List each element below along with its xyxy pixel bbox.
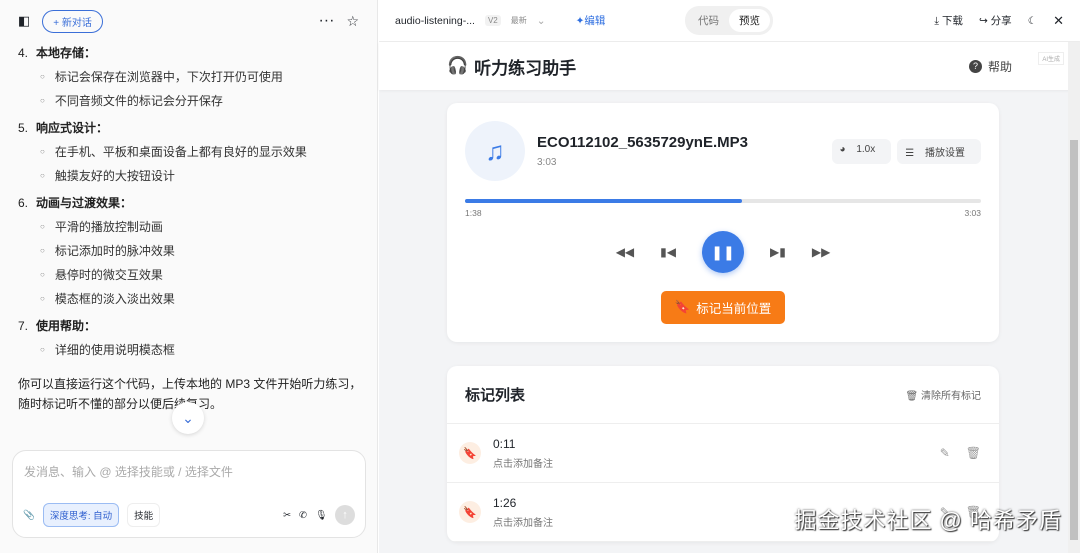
watermark: 掘金技术社区 @ 哈希矛盾 [794,508,1062,533]
app-header: 🎧 听力练习助手 ? 帮助 [379,42,1080,90]
mark-time: 0:11 [493,436,516,451]
audio-player: ♫ ECO112102_5635729ynE.MP3 3:03 ◕ 1.0x ☰… [447,103,999,342]
share-button[interactable]: ↪ 分享 [979,13,1012,28]
audio-filename: ECO112102_5635729ynE.MP3 [537,134,748,151]
scroll-down-button[interactable]: ⌄ [172,402,204,434]
speed-button[interactable]: ◕ 1.0x [831,139,892,164]
more-icon[interactable]: ··· [318,12,334,30]
edit-icon[interactable]: ✎ [940,446,950,460]
mark-time: 1:26 [493,495,517,510]
list-item: 标记添加时的脉冲效果 [18,239,363,263]
marks-title: 标记列表 [465,387,526,404]
list-item: 详细的使用说明模态框 [18,338,363,362]
file-name: audio-listening-... [395,14,475,27]
send-button[interactable]: ↑ [335,505,355,525]
mark-item[interactable]: 🔖 0:11 点击添加备注 ✎ 🗑 [447,424,999,483]
deep-think-toggle[interactable]: 深度思考: 自动 [42,503,120,527]
mark-note[interactable]: 点击添加备注 [493,455,553,470]
chat-message: 4.本地存储： 标记会保存在浏览器中，下次打开仍可使用不同音频文件的标记会分开保存… [18,38,363,414]
list-item: 模态框的淡入淡出效果 [18,287,363,311]
progress-bar[interactable] [465,199,981,203]
download-icon: ⤓ [934,15,940,27]
scrollbar[interactable] [1068,42,1080,553]
bookmark-icon: 🔖 [459,501,481,523]
trash-icon: 🗑 [905,391,919,402]
phone-icon[interactable]: ✆ [299,510,307,521]
edit-button[interactable]: ✦编辑 [576,13,606,28]
fast-forward-icon[interactable]: ▶▶ [812,245,830,259]
clear-marks-button[interactable]: 🗑 清除所有标记 [906,387,981,402]
tab-code[interactable]: 代码 [688,9,729,32]
previous-icon[interactable]: ▮◀ [660,245,676,259]
help-button[interactable]: ? 帮助 [968,58,1012,75]
version-select[interactable]: 最新 [511,15,527,26]
mark-position-button[interactable]: 🔖 标记当前位置 [661,291,785,324]
share-icon: ↪ [978,15,988,27]
attach-icon[interactable]: 📎 [23,510,35,521]
list-item: 标记会保存在浏览器中，下次打开仍可使用 [18,65,363,89]
moon-icon[interactable]: ☾ [1028,15,1037,27]
list-heading: 5. 响应式设计： [18,121,109,135]
headphones-icon: 🎧 [447,56,469,75]
list-item: 触摸友好的大按钮设计 [18,164,363,188]
scissors-icon[interactable]: ✂ [283,510,291,521]
close-icon[interactable]: ✕ [1053,13,1064,29]
bookmark-icon: 🔖 [674,300,691,314]
ai-tag: AI生成 [1038,52,1064,65]
message-input[interactable]: 发消息、输入 @ 选择技能或 / 选择文件 📎 深度思考: 自动 技能 ✂ ✆ … [12,450,366,538]
progress-fill [465,199,742,203]
star-icon[interactable]: ☆ [346,13,359,30]
settings-button[interactable]: ☰ 播放设置 [897,139,981,164]
new-chat-button[interactable]: + 新对话 [42,9,103,33]
list-item: 不同音频文件的标记会分开保存 [18,89,363,113]
audio-duration: 3:03 [537,157,557,168]
next-icon[interactable]: ▶▮ [770,245,786,259]
preview-panel: audio-listening-... V2 最新 ⌄ ✦编辑 代码 预览 ⤓ … [379,0,1080,553]
question-icon: ? [968,59,982,73]
list-heading: 7. 使用帮助： [18,319,97,333]
list-item: 悬停时的微交互效果 [18,263,363,287]
list-item: 在手机、平板和桌面设备上都有良好的显示效果 [18,140,363,164]
skills-button[interactable]: 技能 [127,503,161,527]
list-heading: 6. 动画与过渡效果： [18,196,133,210]
microphone-icon[interactable]: 🎙 [315,510,327,521]
download-button[interactable]: ⤓ 下载 [934,13,963,28]
trash-icon[interactable]: 🗑 [966,446,981,460]
rewind-icon[interactable]: ◀◀ [616,245,634,259]
version-badge: V2 [484,15,501,26]
pause-button[interactable]: ❚❚ [702,231,744,273]
music-note-icon: ♫ [465,121,525,181]
mark-note[interactable]: 点击添加备注 [493,514,553,529]
preview-toolbar: audio-listening-... V2 最新 ⌄ ✦编辑 代码 预览 ⤓ … [379,0,1080,42]
scrollbar-thumb[interactable] [1070,140,1078,540]
sidebar-toggle-icon[interactable]: ◧ [18,13,30,29]
chevron-down-icon[interactable]: ⌄ [537,15,546,27]
tab-preview[interactable]: 预览 [729,9,770,32]
list-item: 平滑的播放控制动画 [18,215,363,239]
chat-panel: ◧ + 新对话 ··· ☆ 4.本地存储： 标记会保存在浏览器中，下次打开仍可使用… [0,0,378,553]
chat-toolbar: ◧ + 新对话 ··· ☆ [0,0,377,42]
current-time: 1:38 [465,208,482,218]
view-toggle: 代码 预览 [685,6,773,35]
total-time: 3:03 [964,208,981,218]
list-heading: 4. 本地存储： [18,46,97,60]
input-placeholder: 发消息、输入 @ 选择技能或 / 选择文件 [24,465,233,479]
bookmark-icon: 🔖 [459,442,481,464]
app-title: 听力练习助手 [474,58,577,78]
